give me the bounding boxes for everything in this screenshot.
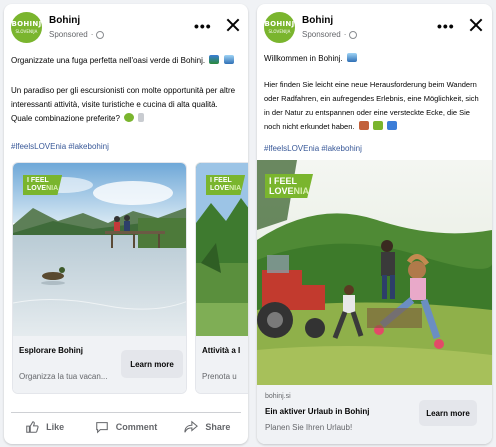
salad-emoji-icon (124, 113, 135, 122)
ad-domain: bohinj.si (265, 393, 291, 400)
divider (11, 412, 241, 413)
sponsored-label: Sponsored · (49, 30, 105, 39)
badge-text-line-1: I FEEL (27, 177, 49, 184)
post-text-paragraph: Hier finden Sie leicht eine neue Herausf… (264, 78, 479, 134)
thumbs-up-icon (26, 421, 39, 433)
globe-icon (349, 30, 358, 39)
card-description: Prenota u (202, 372, 237, 381)
badge-text-nia: NIA (229, 185, 242, 192)
logo-subtext: SLOVENIJA (15, 28, 38, 34)
carousel-card[interactable]: I FEEL LOVENIA Attività a I Prenota u (195, 162, 248, 394)
sponsored-text: Sponsored (302, 30, 341, 39)
badge-text-love: LOVE (210, 185, 230, 192)
ad-description: Planen Sie Ihren Urlaub! (265, 423, 353, 432)
logo-text: BOHINJ (264, 19, 295, 28)
ad-title: Ein aktiver Urlaub in Bohinj (265, 407, 370, 416)
share-button[interactable]: Share (167, 415, 248, 439)
post-text-line-3: in der Natur zu entspannen oder eine ver… (264, 108, 470, 117)
mountain-bike-emoji-icon (372, 121, 383, 130)
comment-icon (95, 422, 108, 434)
more-options-icon[interactable]: ••• (194, 19, 212, 33)
page-name[interactable]: Bohinj (302, 15, 333, 26)
hashtags[interactable]: #lfeelsLOVEnia #lakebohinj (264, 144, 362, 153)
like-label: Like (46, 422, 65, 432)
badge-text-nia: NIA (46, 185, 59, 192)
post-text-line: Organizzate una fuga perfetta nell'oasi … (11, 54, 234, 68)
badge-text-line-1: I FEEL (210, 177, 232, 184)
post-text-line-4: noch nicht erkundet haben. (264, 120, 479, 134)
post-text-intro: Organizzate una fuga perfetta nell'oasi … (11, 56, 206, 65)
card-footer: Esplorare Bohinj Organizza la tua vacan.… (13, 336, 186, 393)
lake-emoji-icon (223, 55, 234, 64)
card-description: Organizza la tua vacan... (19, 372, 108, 381)
learn-more-button[interactable]: Learn more (121, 350, 183, 378)
lake-emoji-icon (346, 53, 357, 62)
kayak-emoji-icon (386, 121, 397, 130)
post-actions: Like Comment Share (4, 415, 248, 439)
post-text-line-1: Un paradiso per gli escursionisti con mo… (11, 86, 236, 95)
like-button[interactable]: Like (4, 415, 85, 439)
bohinj-logo[interactable]: BOHINJ SLOVENIJA (11, 12, 42, 43)
i-feel-slovenia-badge: I FEEL LOVENIA (265, 174, 314, 198)
post-header: BOHINJ SLOVENIJA Bohinj Sponsored · ••• (4, 4, 248, 48)
sponsored-text: Sponsored (49, 30, 88, 39)
post-text-paragraph: Un paradiso per gli escursionisti con mo… (11, 84, 235, 126)
facebook-ad-post-italian: BOHINJ SLOVENIJA Bohinj Sponsored · ••• … (4, 4, 248, 444)
card-title: Esplorare Bohinj (19, 346, 84, 355)
close-icon[interactable] (469, 18, 483, 32)
learn-more-button[interactable]: Learn more (419, 400, 477, 426)
i-feel-slovenia-badge: I FEEL LOVENIA (23, 175, 63, 195)
badge-text-love: LOVE (27, 185, 47, 192)
card-title: Attività a I (202, 346, 241, 355)
badge-text-love: LOVE (269, 186, 294, 196)
cutlery-emoji-icon (138, 113, 145, 122)
logo-text: BOHINJ (11, 19, 42, 28)
post-header: BOHINJ SLOVENIJA Bohinj Sponsored · ••• (257, 4, 492, 48)
close-icon[interactable] (226, 18, 240, 32)
comment-label: Comment (115, 422, 158, 432)
bohinj-logo[interactable]: BOHINJ SLOVENIJA (264, 12, 295, 43)
logo-subtext: SLOVENIJA (268, 28, 291, 34)
hiking-emoji-icon (358, 121, 369, 130)
ad-footer[interactable]: bohinj.si Ein aktiver Urlaub in Bohinj P… (257, 385, 492, 444)
landscape-emoji-icon (209, 55, 220, 64)
facebook-ad-post-german: BOHINJ SLOVENIJA Bohinj Sponsored · ••• … (257, 4, 492, 444)
page-name[interactable]: Bohinj (49, 15, 80, 26)
more-options-icon[interactable]: ••• (437, 19, 455, 33)
post-text-line-1: Hier finden Sie leicht eine neue Herausf… (264, 80, 477, 89)
post-text-line-3: Quale combinazione preferite? (11, 112, 235, 126)
share-label: Share (205, 422, 231, 432)
share-icon (184, 420, 199, 433)
badge-text-nia: NIA (293, 186, 310, 196)
hashtags[interactable]: #lfeelsLOVEnia #lakebohinj (11, 142, 109, 151)
post-text-intro: Willkommen in Bohinj. (264, 54, 343, 63)
globe-icon (96, 30, 105, 39)
post-text-line-2: interessanti attività, visite turistiche… (11, 100, 218, 109)
sponsored-label: Sponsored · (302, 30, 358, 39)
post-text-line-2: oder Radfahren, ein aufregendes Erlebnis… (264, 94, 479, 103)
i-feel-slovenia-badge: I FEEL LOVENIA (206, 175, 246, 195)
carousel-card[interactable]: I FEEL LOVENIA Esplorare Bohinj Organizz… (12, 162, 187, 394)
card-footer: Attività a I Prenota u (196, 336, 248, 393)
post-text-question: Quale combinazione preferite? (11, 114, 120, 123)
badge-text-line-1: I FEEL (269, 176, 298, 186)
comment-button[interactable]: Comment (85, 415, 166, 439)
post-text-ending: noch nicht erkundet haben. (264, 122, 355, 131)
post-text-line: Willkommen in Bohinj. (264, 52, 357, 66)
